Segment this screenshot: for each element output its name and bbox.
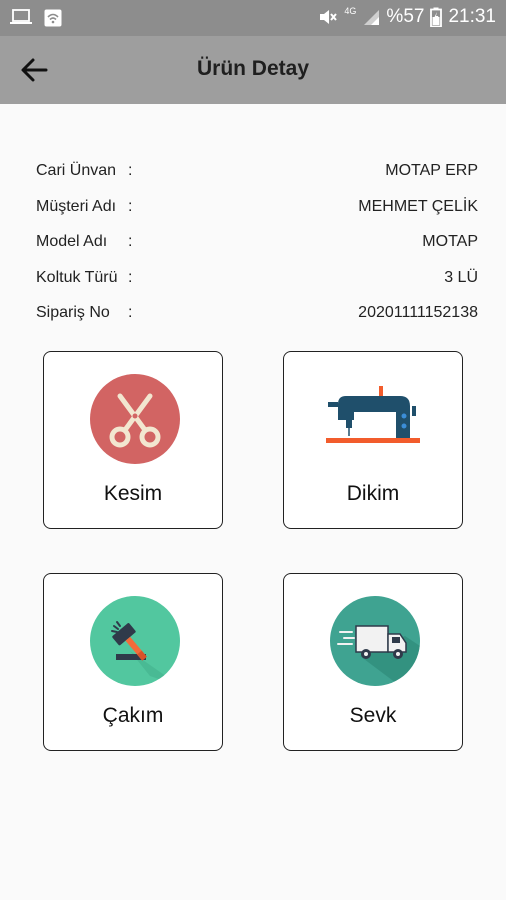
hammer-icon: [90, 596, 180, 686]
dikim-label: Dikim: [346, 482, 400, 505]
info-label: Cari Ünvan: [36, 162, 117, 179]
info-row-musteri-adi: Müşteri Adı : MEHMET ÇELİK: [36, 194, 478, 230]
info-label: Sipariş No: [36, 304, 110, 321]
info-colon: :: [128, 162, 133, 179]
info-label: Müşteri Adı: [36, 197, 117, 215]
status-right: 4G %57 21:31: [318, 6, 496, 28]
kesim-label: Kesim: [103, 482, 163, 505]
clock: 21:31: [448, 6, 496, 27]
status-bar: 4G %57 21:31: [0, 0, 506, 36]
info-value: 20201111152138: [358, 304, 478, 321]
sevk-button[interactable]: Sevk: [283, 573, 463, 751]
cakim-button[interactable]: Çakım: [43, 573, 223, 751]
info-row-koltuk-turu: Koltuk Türü : 3 LÜ: [36, 265, 478, 301]
network-type: 4G: [344, 6, 357, 16]
sewing-machine-icon: [326, 386, 420, 443]
info-value: 3 LÜ: [444, 268, 478, 286]
delivery-truck-icon: [330, 596, 420, 686]
info-colon: :: [128, 304, 133, 321]
info-row-siparis-no: Sipariş No : 20201111152138: [36, 300, 478, 336]
info-label: Model Adı: [36, 233, 108, 250]
battery-percent: %57: [386, 6, 425, 27]
info-value: MOTAP: [422, 233, 478, 250]
product-info: Cari Ünvan : MOTAP ERP Müşteri Adı : MEH…: [36, 158, 478, 336]
app-toolbar: Ürün Detay: [0, 36, 506, 104]
signal-icon: [364, 10, 380, 25]
info-colon: :: [128, 233, 133, 250]
scissors-icon: [90, 374, 180, 464]
status-left-icons: [10, 9, 62, 27]
info-value: MOTAP ERP: [385, 162, 478, 179]
laptop-icon: [10, 9, 32, 24]
info-value: MEHMET ÇELİK: [358, 197, 478, 215]
dikim-button[interactable]: Dikim: [283, 351, 463, 529]
info-colon: :: [128, 268, 133, 286]
sevk-label: Sevk: [349, 704, 397, 727]
info-row-cari-unvan: Cari Ünvan : MOTAP ERP: [36, 158, 478, 194]
battery-icon: [430, 7, 443, 27]
info-label: Koltuk Türü: [36, 268, 118, 286]
info-colon: :: [128, 197, 133, 215]
kesim-button[interactable]: Kesim: [43, 351, 223, 529]
mute-icon: [320, 10, 338, 24]
info-row-model-adi: Model Adı : MOTAP: [36, 229, 478, 265]
wifi-square-icon: [44, 9, 62, 27]
page-title: Ürün Detay: [196, 57, 310, 80]
cakim-label: Çakım: [102, 704, 164, 727]
